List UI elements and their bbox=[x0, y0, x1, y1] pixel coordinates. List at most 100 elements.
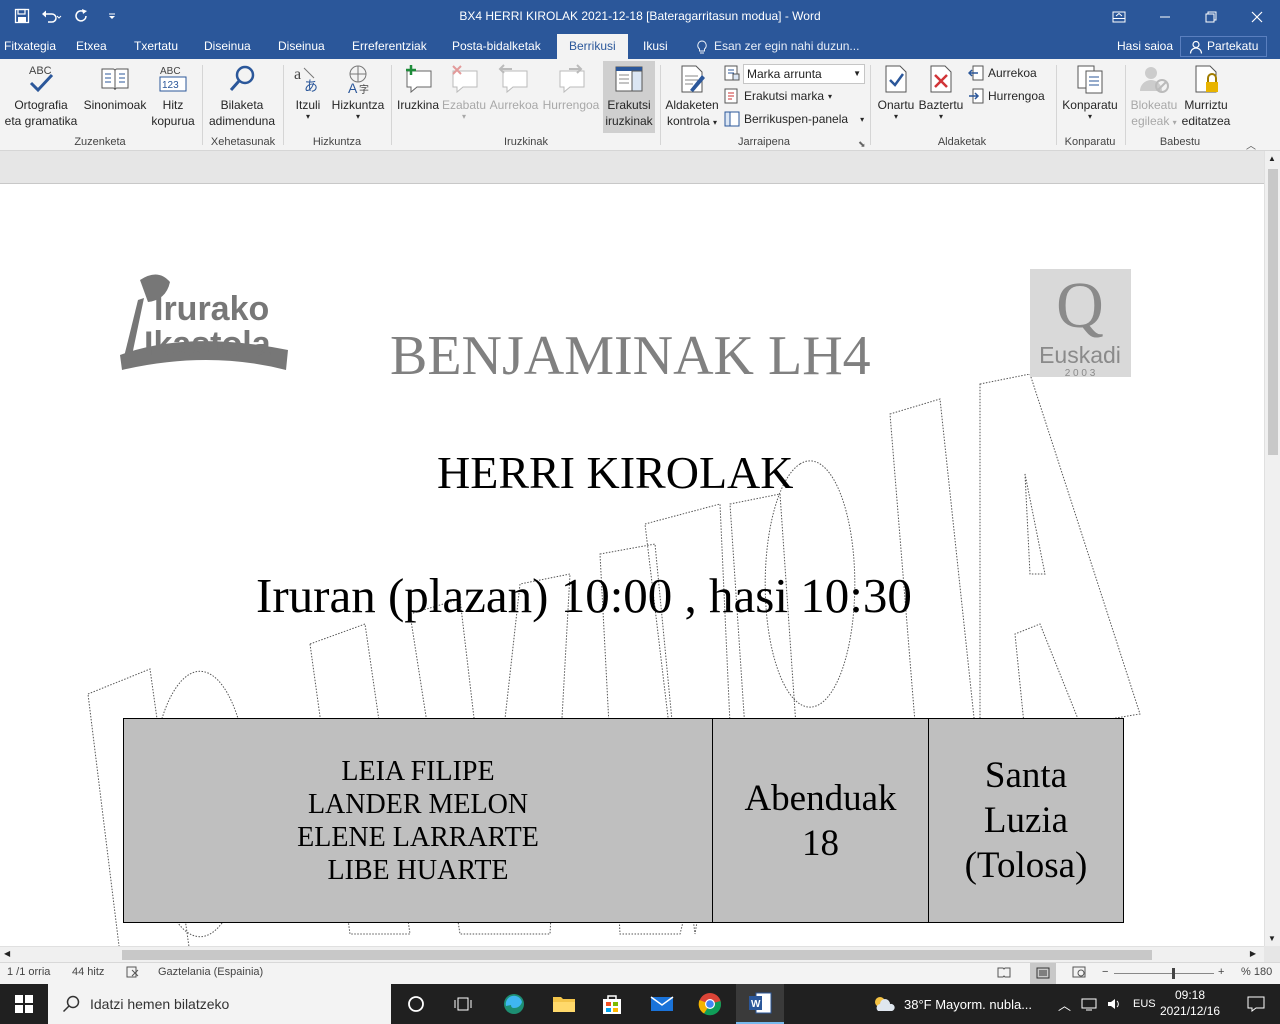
spellcheck-icon: ABC bbox=[29, 65, 54, 93]
zoom-slider-thumb[interactable] bbox=[1172, 968, 1175, 979]
place-line-3: (Tolosa) bbox=[964, 845, 1088, 886]
task-view-icon[interactable] bbox=[440, 984, 488, 1024]
scroll-left-icon[interactable]: ◀ bbox=[4, 949, 10, 958]
vertical-scrollbar[interactable]: ▲ ▼ bbox=[1264, 151, 1280, 946]
tab-home[interactable]: Etxea bbox=[76, 34, 107, 59]
svg-text:ABC: ABC bbox=[29, 65, 52, 77]
participant-name: LEIA FILIPE bbox=[341, 755, 495, 787]
proofing-status-icon[interactable] bbox=[126, 966, 140, 981]
print-layout-icon[interactable] bbox=[1030, 963, 1056, 984]
zoom-level[interactable]: % 180 bbox=[1241, 966, 1272, 978]
show-comments-button[interactable]: Erakutsi iruzkinak bbox=[603, 61, 655, 133]
tab-mailings[interactable]: Posta-bidalketak bbox=[452, 34, 541, 59]
scroll-down-icon[interactable]: ▼ bbox=[1268, 934, 1276, 943]
ruler-area bbox=[0, 151, 1264, 184]
edge-browser-icon[interactable] bbox=[490, 984, 538, 1024]
scroll-up-icon[interactable]: ▲ bbox=[1268, 154, 1276, 163]
tab-view[interactable]: Ikusi bbox=[643, 34, 668, 59]
language-status[interactable]: Gaztelania (Espainia) bbox=[158, 966, 263, 978]
cloud-icon bbox=[875, 997, 895, 1011]
collapse-ribbon-icon[interactable]: ︿ bbox=[1246, 137, 1256, 152]
taskbar-search-box[interactable]: Idatzi hemen bilatzeko bbox=[48, 984, 391, 1024]
tab-design[interactable]: Diseinua bbox=[204, 34, 251, 59]
page-count[interactable]: 1 /1 orria bbox=[7, 966, 50, 978]
accept-button[interactable]: Onartu ▾ bbox=[874, 63, 918, 121]
zoom-slider[interactable] bbox=[1114, 973, 1214, 974]
windows-start-icon[interactable] bbox=[0, 984, 48, 1024]
svg-text:A: A bbox=[348, 80, 358, 95]
tab-file[interactable]: Fitxategia bbox=[4, 34, 56, 59]
tab-references[interactable]: Erreferentziak bbox=[352, 34, 427, 59]
smart-lookup-button[interactable]: Bilaketa adimenduna bbox=[206, 63, 278, 129]
svg-text:123: 123 bbox=[162, 80, 179, 91]
previous-comment-icon bbox=[498, 64, 528, 94]
ribbon-display-icon[interactable] bbox=[1096, 0, 1142, 34]
taskbar-clock[interactable]: 09:18 2021/12/16 bbox=[1160, 987, 1220, 1019]
volume-icon[interactable] bbox=[1107, 997, 1123, 1011]
show-hidden-icons-icon[interactable]: ︿ bbox=[1058, 995, 1071, 1014]
read-mode-icon[interactable] bbox=[997, 966, 1011, 981]
accept-label: Onartu bbox=[877, 98, 915, 112]
document-page[interactable]: Irurako Ikastola Q Euskadi 2 0 0 3 BENJA… bbox=[0, 184, 1264, 946]
zoom-in-icon[interactable]: + bbox=[1218, 966, 1224, 978]
system-tray: ︿ EUS bbox=[1058, 984, 1156, 1024]
minimize-icon[interactable] bbox=[1142, 0, 1188, 34]
word-count-label-2: kopurua bbox=[151, 114, 195, 128]
markup-display-value: Marka arrunta bbox=[747, 67, 822, 81]
reject-button[interactable]: Baztertu ▾ bbox=[918, 63, 964, 121]
block-authors-button[interactable]: Blokeatu egileak ▾ bbox=[1128, 63, 1180, 131]
close-icon[interactable] bbox=[1234, 0, 1280, 34]
track-changes-button[interactable]: Aldaketen kontrola ▾ bbox=[664, 63, 720, 131]
tab-layout[interactable]: Diseinua bbox=[278, 34, 325, 59]
scroll-right-icon[interactable]: ▶ bbox=[1250, 949, 1256, 958]
thesaurus-button[interactable]: Sinonimoak bbox=[80, 63, 150, 113]
horizontal-scrollbar[interactable]: ◀ ▶ bbox=[0, 946, 1264, 962]
word-taskbar-icon[interactable]: W bbox=[736, 984, 784, 1024]
file-explorer-icon[interactable] bbox=[540, 984, 588, 1024]
language-button[interactable]: A字 Hizkuntza ▾ bbox=[330, 63, 386, 121]
windows-taskbar: Idatzi hemen bilatzeko W 38°F Mayorm. nu… bbox=[0, 984, 1280, 1024]
translate-button[interactable]: aあ Itzuli ▾ bbox=[288, 63, 328, 121]
word-count-button[interactable]: ABC 123 Hitz kopurua bbox=[150, 63, 196, 129]
smart-lookup-label-1: Bilaketa bbox=[220, 98, 264, 112]
network-icon[interactable] bbox=[1081, 997, 1097, 1011]
next-change-button[interactable]: Hurrengoa bbox=[968, 88, 1045, 104]
tell-me-box[interactable]: Esan zer egin nahi duzun... bbox=[696, 34, 859, 59]
share-button[interactable]: Partekatu bbox=[1180, 36, 1268, 57]
restore-icon[interactable] bbox=[1188, 0, 1234, 34]
tab-insert[interactable]: Txertatu bbox=[134, 34, 178, 59]
group-separator bbox=[283, 65, 284, 145]
store-icon[interactable] bbox=[588, 984, 636, 1024]
markup-display-dropdown[interactable]: Marka arrunta ▼ bbox=[743, 64, 865, 84]
mail-icon[interactable] bbox=[638, 984, 686, 1024]
sign-in-link[interactable]: Hasi saioa bbox=[1117, 34, 1173, 59]
show-markup-button[interactable]: Erakutsi marka ▾ bbox=[724, 88, 832, 104]
block-authors-icon bbox=[1140, 67, 1169, 93]
new-comment-button[interactable]: Iruzkina bbox=[396, 63, 440, 113]
logo-q-letter: Q bbox=[1056, 269, 1104, 342]
tab-review[interactable]: Berrikusi bbox=[557, 34, 628, 59]
delete-comment-button[interactable]: Ezabatu ▾ bbox=[442, 63, 486, 121]
zoom-out-icon[interactable]: − bbox=[1102, 966, 1108, 978]
restrict-editing-button[interactable]: Murriztu editatzea bbox=[1180, 63, 1232, 129]
cortana-icon[interactable] bbox=[392, 984, 440, 1024]
place-line-1: Santa bbox=[984, 755, 1068, 796]
web-layout-icon[interactable] bbox=[1072, 966, 1086, 981]
tracking-options-launcher-icon[interactable]: ⬊ bbox=[858, 139, 866, 150]
reviewing-pane-button[interactable]: Berrikuspen-panela ▾ bbox=[724, 111, 864, 127]
spelling-grammar-button[interactable]: ABC Ortografia eta gramatika bbox=[4, 63, 78, 129]
weather-widget[interactable]: 38°F Mayorm. nubla... bbox=[872, 984, 1032, 1024]
vertical-scroll-thumb[interactable] bbox=[1268, 169, 1278, 455]
input-language[interactable]: EUS bbox=[1133, 998, 1156, 1010]
previous-comment-button[interactable]: Aurrekoa bbox=[488, 63, 540, 113]
compare-button[interactable]: Konparatu ▾ bbox=[1060, 63, 1120, 121]
block-authors-label-2: egileak bbox=[1131, 114, 1170, 128]
next-comment-button[interactable]: Hurrengoa bbox=[541, 63, 601, 113]
horizontal-scroll-thumb[interactable] bbox=[122, 950, 1152, 960]
group-separator bbox=[1125, 65, 1126, 145]
previous-change-button[interactable]: Aurrekoa bbox=[968, 65, 1037, 81]
schedule-table: LEIA FILIPE LANDER MELON ELENE LARRARTE … bbox=[123, 718, 1124, 923]
notifications-icon[interactable] bbox=[1232, 984, 1280, 1024]
word-count[interactable]: 44 hitz bbox=[72, 966, 104, 978]
chrome-icon[interactable] bbox=[686, 984, 734, 1024]
